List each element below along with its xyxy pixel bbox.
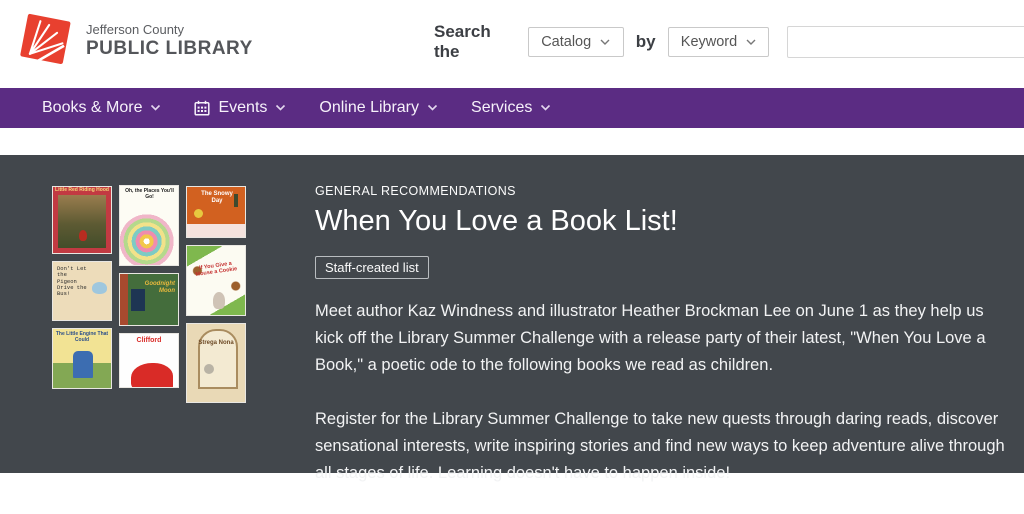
logo-name-line: PUBLIC LIBRARY — [86, 38, 253, 60]
calendar-icon — [194, 100, 210, 116]
book-cover-dont-let-the-pigeon-drive-the-bus[interactable]: Don't Let the Pigeon Drive the Bus! — [52, 261, 112, 321]
book-cover-clifford[interactable]: Clifford — [119, 333, 179, 388]
search-the-label: Search the — [434, 22, 516, 62]
nav-label: Books & More — [42, 99, 142, 117]
book-cover-oh-the-places-youll-go[interactable]: Oh, the Places You'll Go! — [119, 185, 179, 266]
book-grid-column: Oh, the Places You'll Go! Goodnight Moon… — [119, 185, 179, 403]
staff-created-list-badge: Staff-created list — [315, 256, 429, 279]
book-cover-title: Little Red Riding Hood — [53, 188, 111, 194]
library-logo[interactable]: Jefferson County PUBLIC LIBRARY — [12, 6, 253, 76]
search-field-select[interactable]: Keyword — [668, 27, 770, 57]
main-nav: Books & More Events Online Library Servi… — [0, 88, 1024, 128]
page-title: When You Love a Book List! — [315, 205, 1015, 238]
book-grid-column: The Snowy Day If You Give a Mouse a Cook… — [186, 186, 246, 403]
nav-item-events[interactable]: Events — [194, 99, 286, 117]
search-scope-select[interactable]: Catalog — [528, 27, 624, 57]
book-cover-title: Clifford — [120, 337, 178, 345]
book-cover-goodnight-moon[interactable]: Goodnight Moon — [119, 273, 179, 326]
book-cover-title: Oh, the Places You'll Go! — [123, 189, 176, 201]
book-cover-if-you-give-a-mouse-a-cookie[interactable]: If You Give a Mouse a Cookie — [186, 245, 246, 316]
book-cover-strega-nona[interactable]: Strega Nona — [186, 323, 246, 403]
site-header: Jefferson County PUBLIC LIBRARY Search t… — [0, 0, 1024, 88]
search-field-value: Keyword — [681, 34, 737, 50]
book-cover-little-red-riding-hood[interactable]: Little Red Riding Hood — [52, 186, 112, 254]
book-cover-title: If You Give a Mouse a Cookie — [191, 260, 240, 279]
catalog-search-bar: Search the Catalog by Keyword — [434, 22, 1024, 62]
chevron-down-icon — [275, 104, 286, 112]
book-cover-grid: Little Red Riding Hood Don't Let the Pig… — [52, 186, 246, 403]
description-paragraph-2: Register for the Library Summer Challeng… — [315, 406, 1015, 487]
book-cover-title: The Snowy Day — [200, 191, 234, 205]
book-cover-the-little-engine-that-could[interactable]: The Little Engine That Could — [52, 328, 112, 389]
book-cover-title: Don't Let the Pigeon Drive the Bus! — [57, 266, 87, 298]
book-grid-column: Little Red Riding Hood Don't Let the Pig… — [52, 186, 112, 403]
book-cover-title: Strega Nona — [187, 340, 245, 347]
search-input[interactable] — [787, 26, 1024, 58]
category-eyebrow: GENERAL RECOMMENDATIONS — [315, 184, 1015, 198]
book-list-hero: Little Red Riding Hood Don't Let the Pig… — [0, 155, 1024, 473]
logo-text: Jefferson County PUBLIC LIBRARY — [86, 22, 253, 60]
book-cover-the-snowy-day[interactable]: The Snowy Day — [186, 186, 246, 238]
search-by-label: by — [636, 32, 656, 52]
search-scope-value: Catalog — [541, 34, 591, 50]
nav-item-online-library[interactable]: Online Library — [319, 99, 438, 117]
nav-item-books-and-more[interactable]: Books & More — [42, 99, 161, 117]
nav-item-services[interactable]: Services — [471, 99, 551, 117]
book-list-content: GENERAL RECOMMENDATIONS When You Love a … — [315, 184, 1015, 514]
nav-label: Online Library — [319, 99, 419, 117]
chevron-down-icon — [150, 104, 161, 112]
book-cover-title: Goodnight Moon — [135, 281, 175, 295]
library-logo-icon — [12, 6, 78, 76]
chevron-down-icon — [600, 39, 610, 46]
nav-label: Services — [471, 99, 532, 117]
book-cover-title: The Little Engine That Could — [53, 332, 111, 344]
chevron-down-icon — [427, 104, 438, 112]
chevron-down-icon — [540, 104, 551, 112]
chevron-down-icon — [746, 39, 756, 46]
logo-region-line: Jefferson County — [86, 22, 253, 37]
nav-label: Events — [218, 99, 267, 117]
header-spacer — [0, 128, 1024, 155]
description-paragraph-1: Meet author Kaz Windness and illustrator… — [315, 298, 1015, 379]
